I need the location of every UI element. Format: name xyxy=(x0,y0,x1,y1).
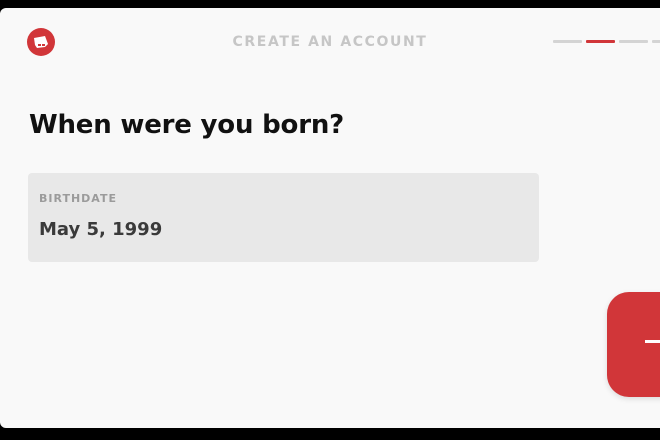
signup-panel: CREATE AN ACCOUNT When were you born? BI… xyxy=(0,8,660,428)
question-heading: When were you born? xyxy=(29,110,345,140)
step-progress-indicator xyxy=(553,40,660,43)
progress-step-1 xyxy=(553,40,582,43)
birthdate-field[interactable]: BIRTHDATE May 5, 1999 xyxy=(28,173,539,262)
progress-step-4 xyxy=(652,40,660,43)
arrow-right-icon xyxy=(645,340,660,343)
next-button[interactable] xyxy=(607,292,660,397)
progress-step-2 xyxy=(586,40,615,43)
birthdate-label: BIRTHDATE xyxy=(39,192,117,205)
progress-step-3 xyxy=(619,40,648,43)
birthdate-value[interactable]: May 5, 1999 xyxy=(39,219,528,240)
